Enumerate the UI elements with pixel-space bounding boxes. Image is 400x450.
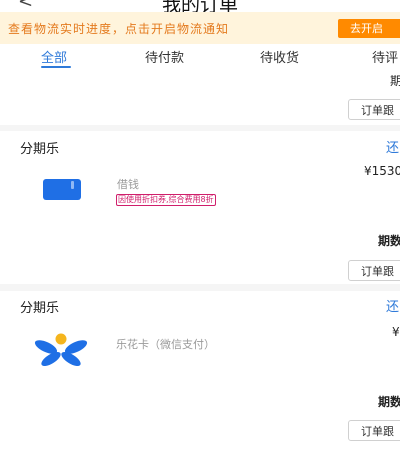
- period-label: 期数: [377, 395, 400, 409]
- merchant-name: 分期乐: [20, 301, 60, 316]
- order-footer: 期数 订单跟: [0, 387, 400, 450]
- period-label: 期数: [377, 234, 400, 248]
- order-card[interactable]: 分期乐 还 ¥1530 借钱 因使用折扣券,综合费用8折: [0, 131, 400, 225]
- product-name: 乐花卡（微信支付）: [116, 338, 215, 351]
- notice-text: 查看物流实时进度，点击开启物流通知: [8, 22, 230, 36]
- order-price: ¥1530: [364, 164, 400, 178]
- tab-pending-review[interactable]: 待评: [372, 47, 398, 66]
- track-order-button[interactable]: 订单跟: [348, 260, 400, 281]
- tab-all[interactable]: 全部: [41, 47, 67, 66]
- track-order-button[interactable]: 订单跟: [348, 99, 400, 120]
- repay-link[interactable]: 还: [386, 296, 399, 315]
- repay-link[interactable]: 还: [386, 137, 399, 156]
- order-footer-partial: 期 订单跟: [0, 70, 400, 125]
- order-tabs: 全部 待付款 待收货 待评: [0, 44, 400, 70]
- period-label: 期: [389, 74, 400, 88]
- logistics-notice-banner: 查看物流实时进度，点击开启物流通知 去开启: [0, 12, 400, 44]
- tab-pending-payment[interactable]: 待付款: [145, 47, 184, 66]
- page-title: 我的订单: [161, 0, 238, 12]
- order-card[interactable]: 分期乐 还 ¥ 乐花卡（微信支付）: [0, 291, 400, 387]
- active-tab-indicator: [41, 66, 71, 68]
- order-footer: 期数 订单跟: [0, 225, 400, 284]
- wallet-icon: [43, 179, 81, 200]
- product-name: 借钱: [117, 178, 139, 191]
- discount-tag: 因使用折扣券,综合费用8折: [116, 194, 216, 206]
- merchant-name: 分期乐: [20, 142, 60, 157]
- lehua-card-icon: [33, 331, 89, 367]
- title-bar: < 我的订单: [0, 0, 400, 12]
- track-order-button[interactable]: 订单跟: [348, 420, 400, 441]
- tab-pending-receipt[interactable]: 待收货: [260, 47, 299, 66]
- enable-notification-button[interactable]: 去开启: [338, 19, 400, 38]
- order-price: ¥: [392, 325, 400, 339]
